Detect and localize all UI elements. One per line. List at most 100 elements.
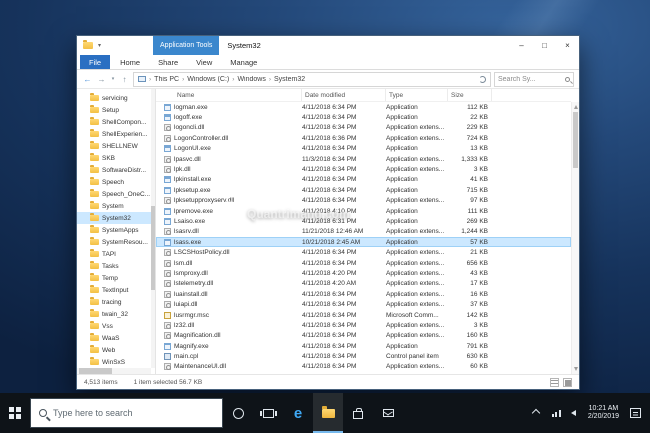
file-row-lscshostpolicy.dll[interactable]: LSCSHostPolicy.dll 4/11/2018 6:34 PM Appli… (156, 247, 571, 257)
tab-view[interactable]: View (187, 55, 221, 69)
tree-item-vss[interactable]: Vss (77, 320, 155, 332)
list-vertical-scrollbar[interactable] (571, 102, 579, 374)
tree-item-speechonec[interactable]: Speech_OneC... (77, 188, 155, 200)
file-row-luainstall.dll[interactable]: luainstall.dll 4/11/2018 6:34 PM Applicati… (156, 289, 571, 299)
file-row-lpksetup.exe[interactable]: lpksetup.exe 4/11/2018 6:34 PM Application… (156, 185, 571, 195)
scroll-down-icon[interactable] (573, 367, 578, 371)
task-view-button[interactable] (253, 393, 283, 433)
file-row-lsaiso.exe[interactable]: Lsaiso.exe 4/11/2018 6:31 PM Application 26… (156, 216, 571, 226)
file-row-lpremove.exe[interactable]: lpremove.exe 4/11/2018 4:10 PM Application… (156, 206, 571, 216)
quick-access-toolbar-chevron-icon[interactable]: ▾ (98, 42, 101, 49)
tree-item-temp[interactable]: Temp (77, 272, 155, 284)
tree-item-shellexperien[interactable]: ShellExperien... (77, 128, 155, 140)
tree-item-skb[interactable]: SKB (77, 152, 155, 164)
file-row-lstelemetry.dll[interactable]: lstelemetry.dll 4/11/2018 4:20 AM Applicat… (156, 279, 571, 289)
tree-horizontal-scrollbar[interactable] (77, 368, 151, 374)
tree-item-system[interactable]: System (77, 200, 155, 212)
tree-item-tapi[interactable]: TAPI (77, 248, 155, 260)
scrollbar-thumb[interactable] (573, 112, 578, 168)
tray-chevron-icon[interactable] (531, 408, 541, 418)
tree-item-system32[interactable]: System32 (77, 212, 155, 224)
up-icon[interactable]: ↑ (119, 75, 130, 84)
tree-vertical-scrollbar[interactable] (151, 89, 155, 368)
store-button[interactable] (343, 393, 373, 433)
column-header-name[interactable]: Name (174, 89, 302, 101)
volume-icon[interactable] (570, 410, 576, 416)
tree-item-systemresou[interactable]: SystemResou... (77, 236, 155, 248)
tab-file[interactable]: File (80, 55, 111, 69)
file-row-magnification.dll[interactable]: Magnification.dll 4/11/2018 6:34 PM Applic… (156, 331, 571, 341)
tree-item-textinput[interactable]: TextInput (77, 284, 155, 296)
tree-hscroll-thumb[interactable] (79, 368, 113, 374)
breadcrumb-item[interactable]: Windows (235, 76, 267, 83)
file-row-logoff.exe[interactable]: logoff.exe 4/11/2018 6:34 PM Application 22… (156, 112, 571, 122)
tree-item-systemapps[interactable]: SystemApps (77, 224, 155, 236)
start-button[interactable] (0, 393, 30, 433)
breadcrumb-item[interactable]: This PC (152, 76, 181, 83)
column-header-type[interactable]: Type (386, 89, 448, 101)
file-row-main.cpl[interactable]: main.cpl 4/11/2018 6:34 PM Control panel i… (156, 351, 571, 361)
file-row-lpksetupproxyserv.dll[interactable]: lpksetupproxyserv.dll 4/11/2018 6:34 PM Ap… (156, 196, 571, 206)
tree-item-shellnew[interactable]: SHELLNEW (77, 140, 155, 152)
breadcrumb-item[interactable]: System32 (272, 76, 307, 83)
file-row-lsass.exe[interactable]: lsass.exe 10/21/2018 2:45 AM Application 57… (156, 237, 571, 248)
tree-item-web[interactable]: Web (77, 344, 155, 356)
column-header-date-modified[interactable]: Date modified (302, 89, 386, 101)
tree-item-shellcompon[interactable]: ShellCompon... (77, 116, 155, 128)
mail-button[interactable] (373, 393, 403, 433)
details-view-icon[interactable] (550, 377, 559, 387)
minimize-icon[interactable]: – (510, 36, 533, 55)
file-row-lusrmgr.msc[interactable]: lusrmgr.msc 4/11/2018 6:34 PM Microsoft Co… (156, 310, 571, 320)
tree-item-tasks[interactable]: Tasks (77, 260, 155, 272)
scroll-up-icon[interactable] (573, 105, 578, 109)
forward-icon[interactable]: → (96, 75, 107, 84)
file-row-luiapi.dll[interactable]: luiapi.dll 4/11/2018 6:34 PM Application e… (156, 299, 571, 309)
back-icon[interactable]: ← (82, 75, 93, 84)
close-icon[interactable]: × (556, 36, 579, 55)
file-row-lsasrv.dll[interactable]: lsasrv.dll 11/21/2018 12:46 AM Application… (156, 227, 571, 237)
tab-manage[interactable]: Manage (221, 55, 266, 69)
file-row-logonui.exe[interactable]: LogonUI.exe 4/11/2018 6:34 PM Application 1… (156, 144, 571, 154)
tab-share[interactable]: Share (149, 55, 187, 69)
tree-item-twain32[interactable]: twain_32 (77, 308, 155, 320)
search-input[interactable]: Search Sy... (494, 71, 574, 87)
tree-item-setup[interactable]: Setup (77, 104, 155, 116)
tree-item-waas[interactable]: WaaS (77, 332, 155, 344)
file-row-lsm.dll[interactable]: lsm.dll 4/11/2018 6:34 PM Application exte… (156, 258, 571, 268)
action-center-icon[interactable] (630, 408, 641, 418)
recent-locations-chevron-icon[interactable]: ▾ (110, 76, 116, 82)
taskbar-search-input[interactable]: Type here to search (30, 398, 223, 428)
file-row-lpasvc.dll[interactable]: lpasvc.dll 11/3/2018 6:34 PM Application e… (156, 154, 571, 164)
file-row-logman.exe[interactable]: logman.exe 4/11/2018 6:34 PM Application 11… (156, 102, 571, 112)
column-header-size[interactable]: Size (448, 89, 492, 101)
file-row-logoncli.dll[interactable]: logoncli.dll 4/11/2018 6:34 PM Application… (156, 123, 571, 133)
tab-home[interactable]: Home (111, 55, 149, 69)
title-bar[interactable]: ▾ Application Tools System32 – □ × (77, 36, 579, 55)
taskbar-clock[interactable]: 10:21 AM 2/20/2019 (588, 405, 619, 422)
maximize-icon[interactable]: □ (533, 36, 556, 55)
breadcrumb-item[interactable]: Windows (C:) (185, 76, 231, 83)
file-row-lpkinstall.exe[interactable]: lpkinstall.exe 4/11/2018 6:34 PM Applicati… (156, 175, 571, 185)
refresh-icon[interactable] (479, 75, 486, 83)
tree-item-tracing[interactable]: tracing (77, 296, 155, 308)
file-name: lsmproxy.dll (174, 269, 208, 277)
file-row-magnify.exe[interactable]: Magnify.exe 4/11/2018 6:34 PM Application 7… (156, 341, 571, 351)
tree-item-speech[interactable]: Speech (77, 176, 155, 188)
file-row-lz32.dll[interactable]: lz32.dll 4/11/2018 6:34 PM Application ext… (156, 320, 571, 330)
file-row-maintenanceui.dll[interactable]: MaintenanceUI.dll 4/11/2018 6:34 PM Applic… (156, 362, 571, 372)
file-row-lpk.dll[interactable]: lpk.dll 4/11/2018 6:34 PM Application exte… (156, 164, 571, 174)
tree-item-servicing[interactable]: servicing (77, 92, 155, 104)
tree-vscroll-thumb[interactable] (151, 206, 155, 290)
edge-button[interactable]: e (283, 393, 313, 433)
file-name: lsm.dll (174, 259, 193, 267)
file-explorer-button[interactable] (313, 393, 343, 433)
breadcrumb[interactable]: › This PC › Windows (C:) › Windows › System32 (133, 71, 491, 87)
network-icon[interactable] (551, 409, 561, 417)
tree-item-winsxs[interactable]: WinSxS (77, 356, 155, 368)
thumbnails-view-icon[interactable] (563, 377, 572, 387)
tree-item-softwaredistr[interactable]: SoftwareDistr... (77, 164, 155, 176)
cortana-button[interactable] (223, 393, 253, 433)
file-row-logoncontroller.dll[interactable]: LogonController.dll 4/11/2018 6:36 PM Appl… (156, 133, 571, 143)
file-row-lsmproxy.dll[interactable]: lsmproxy.dll 4/11/2018 4:20 PM Application… (156, 268, 571, 278)
file-type-exe-icon (164, 176, 171, 184)
